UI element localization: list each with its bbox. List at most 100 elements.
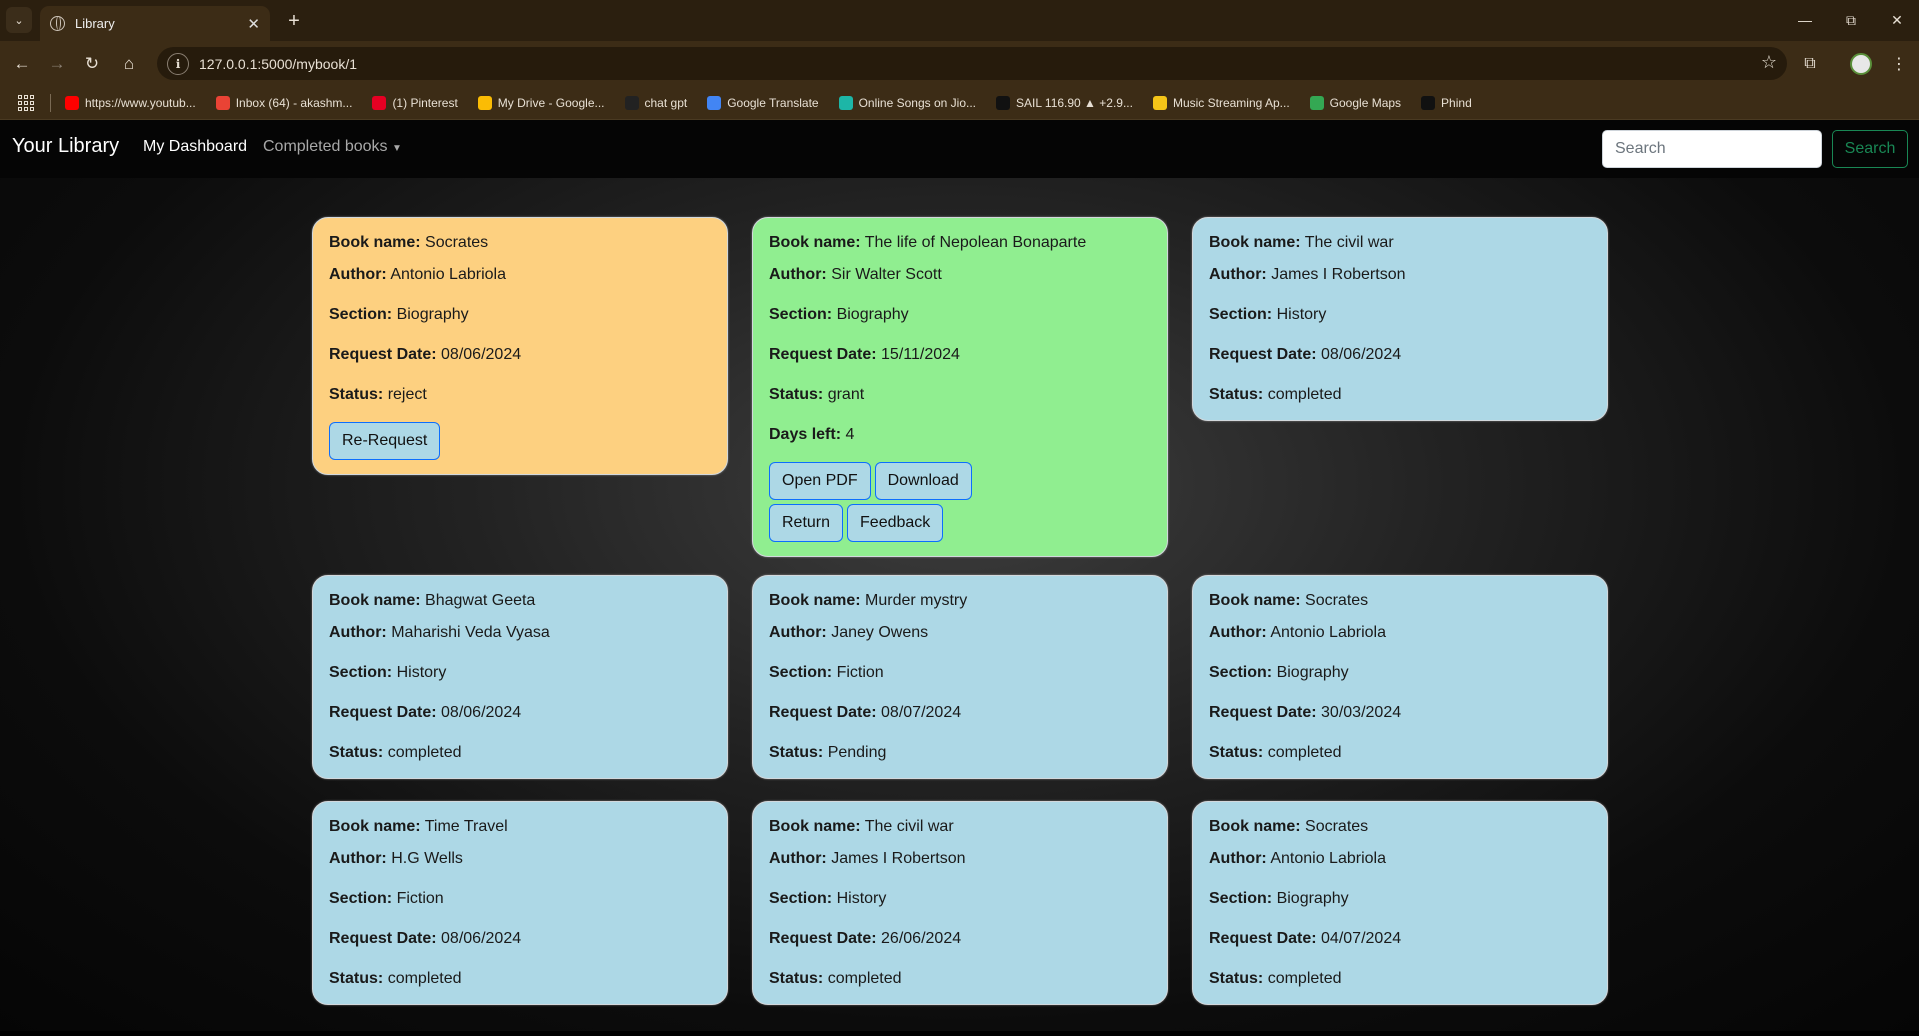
- translate-icon: [707, 95, 722, 110]
- request-date-label: Request Date:: [329, 930, 437, 947]
- gmail-icon: [215, 95, 230, 110]
- search-button[interactable]: Search: [1832, 130, 1908, 168]
- book-name-row: Book name: Time Travel: [329, 816, 711, 838]
- feedback-button[interactable]: Feedback: [847, 504, 944, 542]
- tab-search-button[interactable]: ⌄: [6, 7, 32, 33]
- author-row: Author: Maharishi Veda Vyasa: [329, 622, 711, 644]
- section-value: History: [1276, 306, 1327, 323]
- status-row: Status: completed: [1209, 968, 1591, 990]
- menu-kebab-icon[interactable]: ⋮: [1886, 51, 1912, 77]
- site-navbar: Your Library My Dashboard Completed book…: [0, 120, 1919, 178]
- request-date-row: Request Date: 08/06/2024: [329, 928, 711, 950]
- author-label: Author:: [1209, 850, 1267, 867]
- bookmark-item[interactable]: Online Songs on Jio...: [838, 95, 976, 110]
- restore-button[interactable]: ⧉: [1828, 8, 1874, 32]
- bookmark-item[interactable]: (1) Pinterest: [372, 95, 458, 110]
- bookmark-item[interactable]: Google Maps: [1309, 95, 1401, 110]
- book-name-row: Book name: Socrates: [1209, 816, 1591, 838]
- status-row: Status: completed: [769, 968, 1151, 990]
- nav-my-dashboard[interactable]: My Dashboard: [143, 138, 247, 156]
- status-label: Status:: [329, 386, 384, 403]
- close-icon[interactable]: ✕: [247, 15, 260, 33]
- bookmark-item[interactable]: Inbox (64) - akashm...: [215, 95, 353, 110]
- bookmark-label: Inbox (64) - akashm...: [235, 95, 353, 110]
- author-row: Author: James I Robertson: [1209, 264, 1591, 286]
- bookmark-item[interactable]: chat gpt: [624, 95, 687, 110]
- apps-grid-icon[interactable]: [18, 94, 34, 111]
- request-date-value: 08/06/2024: [441, 704, 522, 721]
- avatar[interactable]: [1850, 53, 1872, 75]
- bookmark-label: Phind: [1441, 95, 1472, 110]
- caret-down-icon: ▼: [391, 143, 402, 154]
- section-value: Fiction: [396, 890, 444, 907]
- card-actions: Open PDF Download Return Feedback: [769, 462, 1009, 542]
- days-left-label: Days left:: [769, 426, 842, 443]
- status-label: Status:: [1209, 744, 1264, 761]
- author-label: Author:: [769, 266, 827, 283]
- author-value: Janey Owens: [831, 624, 929, 641]
- extensions-icon[interactable]: ⧉: [1797, 51, 1823, 77]
- minimize-button[interactable]: —: [1782, 8, 1828, 32]
- download-button[interactable]: Download: [874, 462, 972, 500]
- section-label: Section:: [329, 306, 393, 323]
- book-name-value: Socrates: [425, 234, 489, 251]
- reload-button[interactable]: ↻: [78, 50, 106, 78]
- book-name-row: Book name: The civil war: [769, 816, 1151, 838]
- section-value: History: [396, 664, 447, 681]
- bookmark-item[interactable]: SAIL 116.90 ▲ +2.9...: [996, 95, 1133, 110]
- author-row: Author: Antonio Labriola: [1209, 622, 1591, 644]
- tradingview-icon: [996, 95, 1010, 110]
- request-date-label: Request Date:: [769, 346, 877, 363]
- bookmark-item[interactable]: Google Translate: [707, 95, 819, 110]
- section-label: Section:: [329, 664, 393, 681]
- forward-button[interactable]: →: [43, 50, 71, 78]
- star-icon[interactable]: ☆: [1761, 52, 1777, 73]
- section-label: Section:: [1209, 306, 1273, 323]
- status-value: reject: [387, 386, 427, 403]
- status-label: Status:: [769, 386, 824, 403]
- author-row: Author: H.G Wells: [329, 848, 711, 870]
- re-request-button[interactable]: Re-Request: [329, 422, 441, 460]
- author-label: Author:: [769, 624, 827, 641]
- book-name-label: Book name:: [769, 592, 861, 609]
- author-label: Author:: [1209, 266, 1267, 283]
- search-input[interactable]: [1602, 130, 1822, 168]
- nav-completed-books-dropdown[interactable]: Completed books ▼: [263, 138, 402, 156]
- book-name-value: The life of Nepolean Bonaparte: [864, 234, 1087, 251]
- maps-icon: [1309, 95, 1324, 110]
- bookmarks-bar: https://www.youtub... Inbox (64) - akashm…: [0, 86, 1919, 120]
- book-name-label: Book name:: [1209, 818, 1301, 835]
- bookmark-item[interactable]: Music Streaming Ap...: [1152, 95, 1290, 110]
- bookmark-list: https://www.youtub... Inbox (64) - akashm…: [65, 95, 1492, 110]
- arrow-right-icon: →: [48, 54, 66, 73]
- new-tab-button[interactable]: +: [282, 9, 306, 33]
- section-row: Section: History: [769, 888, 1151, 910]
- jiosaavn-icon: [838, 95, 853, 110]
- tab-title: Library: [75, 16, 115, 31]
- book-name-row: Book name: The civil war: [1209, 232, 1591, 254]
- restore-icon: ⧉: [1846, 11, 1856, 28]
- open-pdf-button[interactable]: Open PDF: [769, 462, 871, 500]
- back-button[interactable]: ←: [8, 50, 36, 78]
- bookmark-item[interactable]: Phind: [1421, 95, 1472, 110]
- close-window-button[interactable]: ✕: [1874, 8, 1919, 32]
- book-name-label: Book name:: [769, 234, 861, 251]
- address-bar[interactable]: ℹ 127.0.0.1:5000/mybook/1 ☆: [157, 47, 1787, 80]
- book-name-row: Book name: Socrates: [329, 232, 711, 254]
- status-row: Status: Pending: [769, 742, 1151, 764]
- status-row: Status: completed: [329, 968, 711, 990]
- author-value: James I Robertson: [831, 850, 966, 867]
- minimize-icon: —: [1798, 12, 1812, 28]
- brand-link[interactable]: Your Library: [12, 135, 119, 158]
- browser-tab[interactable]: Library ✕: [40, 6, 270, 41]
- bookmark-item[interactable]: My Drive - Google...: [477, 95, 605, 110]
- return-button[interactable]: Return: [769, 504, 844, 542]
- url-text: 127.0.0.1:5000/mybook/1: [199, 55, 358, 72]
- section-row: Section: History: [329, 662, 711, 684]
- author-value: H.G Wells: [391, 850, 463, 867]
- author-value: Antonio Labriola: [1270, 850, 1386, 867]
- site-info-icon[interactable]: ℹ: [167, 52, 189, 75]
- bookmark-item[interactable]: https://www.youtub...: [65, 95, 196, 110]
- home-button[interactable]: ⌂: [115, 50, 143, 78]
- section-value: Biography: [396, 306, 469, 323]
